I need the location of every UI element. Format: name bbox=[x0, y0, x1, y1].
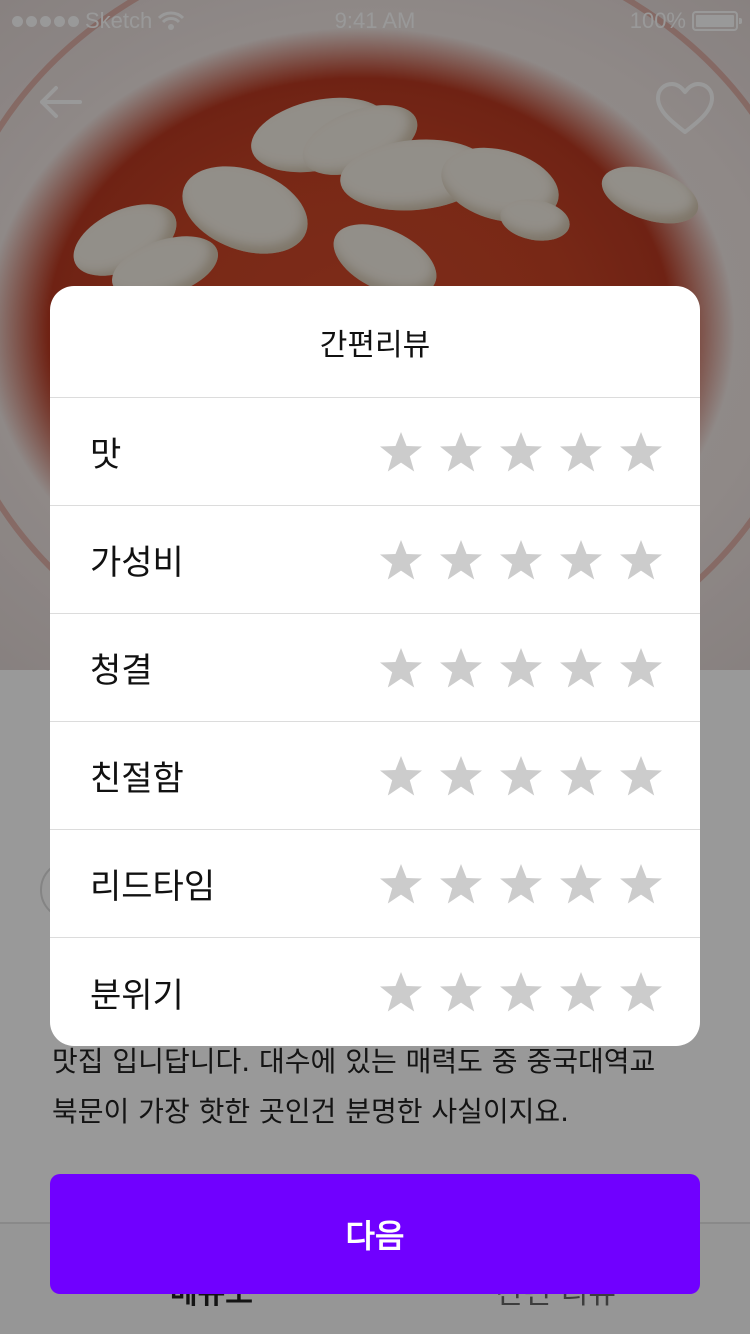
rating-row: 청결 bbox=[50, 614, 700, 722]
star-icon[interactable] bbox=[438, 538, 484, 582]
rating-row: 리드타임 bbox=[50, 830, 700, 938]
star-icon[interactable] bbox=[558, 538, 604, 582]
star-icon[interactable] bbox=[498, 970, 544, 1014]
star-icon[interactable] bbox=[378, 862, 424, 906]
star-icon[interactable] bbox=[378, 754, 424, 798]
star-rating bbox=[378, 862, 664, 906]
rating-row: 친절함 bbox=[50, 722, 700, 830]
star-icon[interactable] bbox=[618, 538, 664, 582]
star-rating bbox=[378, 430, 664, 474]
star-icon[interactable] bbox=[558, 430, 604, 474]
star-icon[interactable] bbox=[438, 646, 484, 690]
star-icon[interactable] bbox=[498, 646, 544, 690]
star-icon[interactable] bbox=[438, 862, 484, 906]
star-icon[interactable] bbox=[558, 754, 604, 798]
rating-label: 리드타임 bbox=[90, 867, 216, 907]
star-icon[interactable] bbox=[558, 646, 604, 690]
rating-label: 분위기 bbox=[90, 975, 184, 1016]
rating-row: 가성비 bbox=[50, 506, 700, 614]
star-icon[interactable] bbox=[498, 430, 544, 474]
star-icon[interactable] bbox=[498, 862, 544, 906]
star-icon[interactable] bbox=[558, 862, 604, 906]
star-icon[interactable] bbox=[618, 754, 664, 798]
star-icon[interactable] bbox=[378, 430, 424, 474]
rating-row: 맛 bbox=[50, 398, 700, 506]
star-icon[interactable] bbox=[618, 430, 664, 474]
rating-row: 분위기 bbox=[50, 938, 700, 1046]
star-icon[interactable] bbox=[498, 754, 544, 798]
star-icon[interactable] bbox=[438, 754, 484, 798]
star-icon[interactable] bbox=[438, 430, 484, 474]
rating-label: 친절함 bbox=[90, 759, 184, 799]
rating-label: 가성비 bbox=[90, 543, 184, 583]
rating-label: 맛 bbox=[90, 435, 122, 475]
star-icon[interactable] bbox=[558, 970, 604, 1014]
star-icon[interactable] bbox=[618, 862, 664, 906]
rating-label: 청결 bbox=[90, 651, 153, 691]
star-icon[interactable] bbox=[618, 646, 664, 690]
star-icon[interactable] bbox=[618, 970, 664, 1014]
star-icon[interactable] bbox=[378, 646, 424, 690]
star-rating bbox=[378, 646, 664, 690]
star-icon[interactable] bbox=[378, 970, 424, 1014]
star-icon[interactable] bbox=[438, 970, 484, 1014]
next-button[interactable]: 다음 bbox=[50, 1174, 700, 1294]
star-icon[interactable] bbox=[498, 538, 544, 582]
modal-title: 간편리뷰 bbox=[50, 286, 700, 398]
star-icon[interactable] bbox=[378, 538, 424, 582]
star-rating bbox=[378, 538, 664, 582]
star-rating bbox=[378, 754, 664, 798]
quick-review-modal: 간편리뷰 맛가성비청결친절함리드타임분위기 bbox=[50, 286, 700, 1046]
star-rating bbox=[378, 970, 664, 1014]
